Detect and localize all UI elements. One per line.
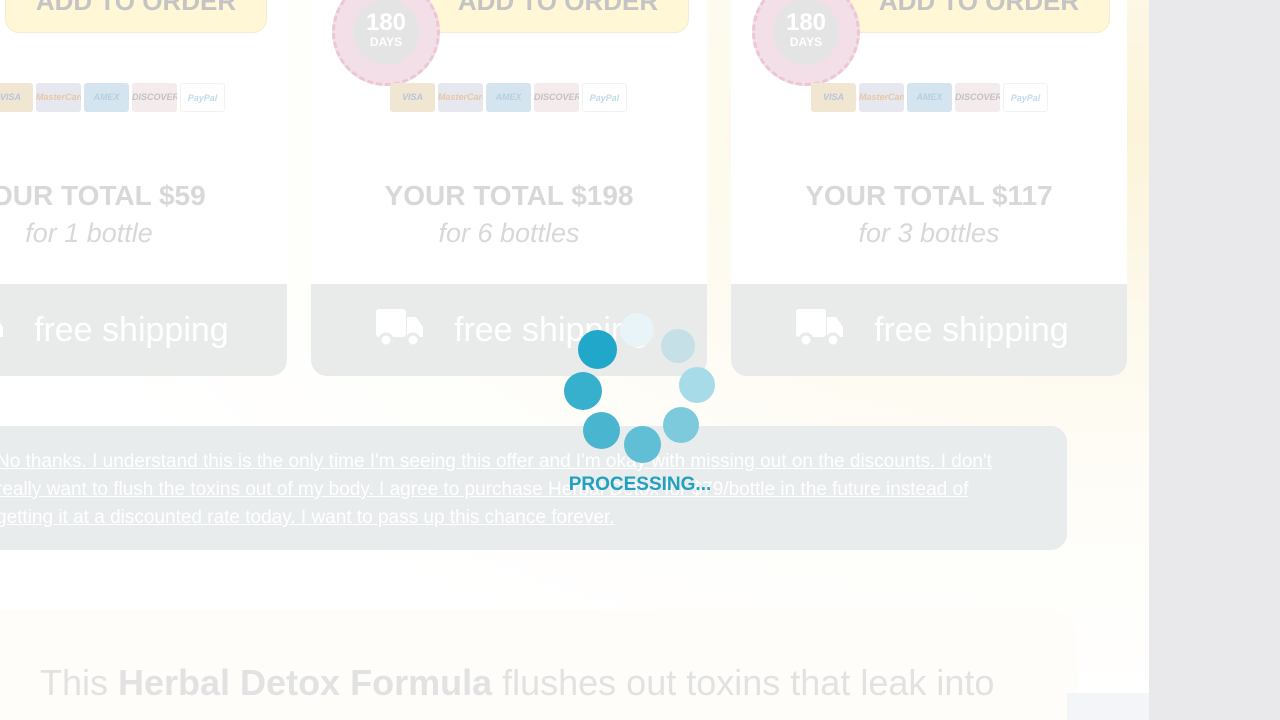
product-name: Herbal Detox Formula — [118, 662, 493, 703]
add-to-order-button-2[interactable]: ADD TO ORDER — [427, 0, 689, 33]
discover-card-icon: DISCOVER — [132, 83, 177, 112]
offer-card-3: ADD TO ORDER 180 DAYS VISA MasterCard AME… — [731, 0, 1127, 376]
offer-quantity-2: for 6 bottles — [438, 218, 580, 248]
truck-icon — [796, 309, 843, 347]
offer-quantity-3: for 3 bottles — [858, 218, 1000, 248]
decline-offer-box: No thanks. I understand this is the only… — [0, 426, 1067, 550]
decline-offer-link[interactable]: No thanks. I understand this is the only… — [0, 448, 1026, 532]
spinner-dot — [624, 426, 661, 463]
add-to-order-button-3[interactable]: ADD TO ORDER — [848, 0, 1110, 33]
discover-card-icon: DISCOVER — [534, 83, 579, 112]
footer-strip — [1067, 693, 1149, 720]
shipping-label-3: free shipping — [874, 311, 1069, 349]
truck-icon — [376, 309, 423, 347]
discover-card-icon: DISCOVER — [955, 83, 1000, 112]
paypal-icon: PayPal — [582, 83, 627, 112]
visa-card-icon: VISA — [0, 83, 33, 112]
amex-card-icon: AMEX — [486, 83, 531, 112]
processing-label: PROCESSING... — [568, 474, 712, 495]
spinner-dot — [679, 367, 715, 403]
spinner-dot — [564, 372, 602, 410]
payment-cards: VISA MasterCard AMEX DISCOVER PayPal — [811, 83, 1048, 112]
spinner-dot — [578, 330, 617, 369]
product-description-heading: This Herbal Detox Formula flushes out to… — [40, 662, 995, 703]
spinner-dot — [663, 407, 699, 443]
mastercard-icon: MasterCard — [36, 83, 81, 112]
amex-card-icon: AMEX — [84, 83, 129, 112]
paypal-icon: PayPal — [1003, 83, 1048, 112]
mastercard-icon: MasterCard — [438, 83, 483, 112]
offer-total-3: YOUR TOTAL $117 — [805, 180, 1053, 211]
payment-cards: VISA MasterCard AMEX DISCOVER PayPal — [0, 83, 225, 112]
offer-card-1: ADD TO ORDER 180DAYS VISA MasterCard AME… — [0, 0, 287, 376]
spinner-dot — [661, 329, 695, 363]
money-back-seal-icon: 180 DAYS — [332, 0, 440, 86]
payment-cards: VISA MasterCard AMEX DISCOVER PayPal — [390, 83, 627, 112]
visa-card-icon: VISA — [390, 83, 435, 112]
mastercard-icon: MasterCard — [859, 83, 904, 112]
shipping-bar-1: free shipping — [0, 284, 287, 376]
offer-total-2: YOUR TOTAL $198 — [384, 180, 634, 211]
shipping-label-1: free shipping — [34, 311, 229, 349]
money-back-seal-icon: 180 DAYS — [752, 0, 860, 86]
add-to-order-button-1[interactable]: ADD TO ORDER — [5, 0, 267, 33]
spinner-dot — [583, 412, 620, 449]
amex-card-icon: AMEX — [907, 83, 952, 112]
visa-card-icon: VISA — [811, 83, 856, 112]
offer-quantity-1: for 1 bottle — [25, 218, 153, 248]
product-description-section: This Herbal Detox Formula flushes out to… — [0, 610, 1078, 720]
truck-icon — [0, 322, 3, 343]
shipping-bar-3: free shipping — [731, 284, 1127, 376]
spinner-dot — [620, 313, 654, 347]
paypal-icon: PayPal — [180, 83, 225, 112]
offer-total-1: YOUR TOTAL $59 — [0, 180, 206, 211]
